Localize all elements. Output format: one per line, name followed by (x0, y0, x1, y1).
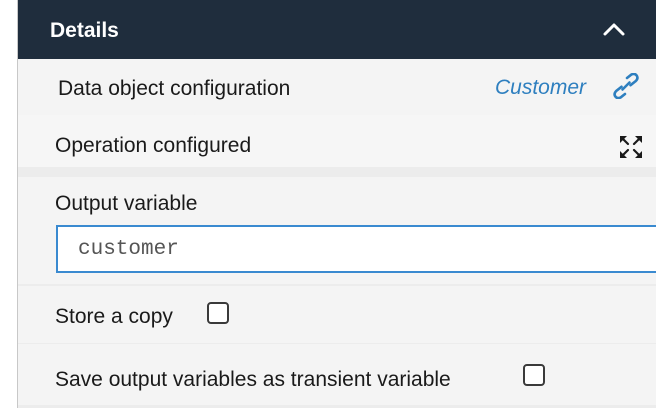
transient-checkbox[interactable] (523, 364, 545, 386)
transient-row: Save output variables as transient varia… (18, 344, 656, 405)
expand-icon[interactable] (619, 135, 643, 159)
output-variable-input[interactable] (56, 225, 656, 273)
operation-label: Operation configured (55, 134, 252, 157)
link-icon[interactable] (613, 72, 639, 100)
chevron-up-icon[interactable] (602, 18, 626, 42)
store-copy-row: Store a copy (18, 286, 656, 343)
output-variable-row: Output variable (18, 177, 656, 284)
store-copy-checkbox[interactable] (207, 302, 229, 324)
data-object-link[interactable]: Customer (495, 76, 586, 100)
details-title: Details (50, 19, 119, 42)
data-object-label: Data object configuration (58, 77, 291, 100)
transient-label: Save output variables as transient varia… (55, 368, 451, 391)
output-variable-label: Output variable (55, 192, 198, 215)
operation-row: Operation configured (18, 115, 656, 167)
data-object-row: Data object configuration Customer (18, 59, 656, 115)
details-header[interactable]: Details (18, 0, 656, 59)
details-panel: Details Data object configuration Custom… (17, 0, 656, 408)
store-copy-label: Store a copy (55, 305, 173, 328)
